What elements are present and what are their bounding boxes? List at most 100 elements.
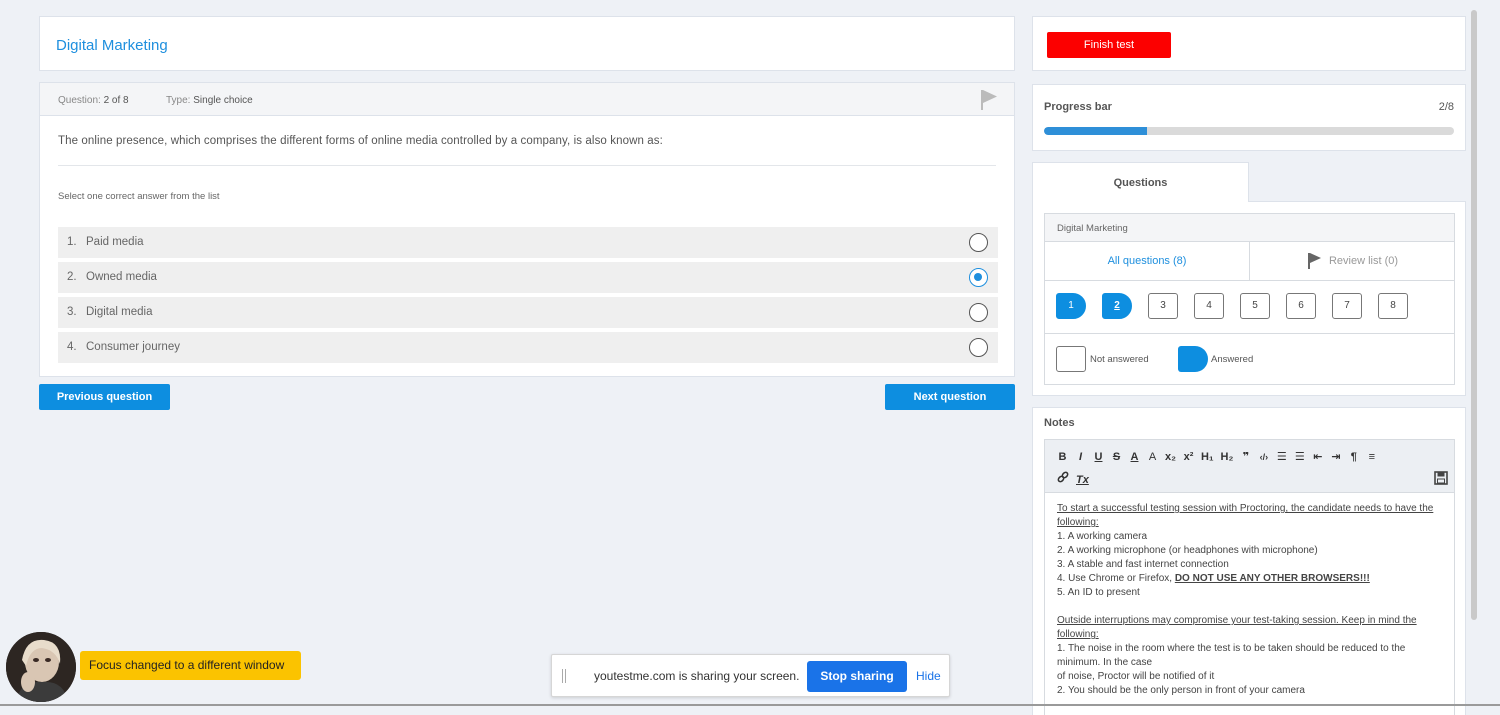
stop-sharing-button[interactable]: Stop sharing xyxy=(807,661,907,692)
note-line: 2. A working microphone (or headphones w… xyxy=(1057,545,1318,556)
question-card: Question: 2 of 8 Type: Single choice The… xyxy=(39,82,1015,377)
radio-button[interactable] xyxy=(969,303,988,322)
notes-editor[interactable]: B I U S A Ax₂ x² H₁ H₂ ❞ ‹/› ☰ ☰ ⇤ ⇥ ¶ ≡ Tx To start a s… xyxy=(1044,439,1455,715)
person-icon xyxy=(6,632,76,702)
previous-question-button[interactable]: Previous question xyxy=(39,384,170,410)
legend-not-answered: Not answered xyxy=(1090,354,1149,365)
underline-icon[interactable]: U xyxy=(1093,451,1104,463)
question-number: Question: 2 of 8 xyxy=(58,95,129,106)
notes-label: Notes xyxy=(1044,417,1075,429)
question-nav-5[interactable]: 5 xyxy=(1240,293,1270,319)
question-meta: Question: 2 of 8 Type: Single choice xyxy=(40,83,1014,116)
italic-icon[interactable]: I xyxy=(1075,451,1086,463)
text-direction-icon[interactable]: ¶ xyxy=(1348,451,1359,463)
align-icon[interactable]: ≡ xyxy=(1366,451,1377,463)
legend-not-answered-swatch xyxy=(1056,346,1086,372)
progress-label: Progress bar xyxy=(1044,101,1112,113)
page-scrollbar[interactable] xyxy=(1471,10,1477,620)
answer-label: Consumer journey xyxy=(86,341,180,353)
bullet-list-icon[interactable]: ☰ xyxy=(1294,450,1305,463)
toolbar-row: B I U S A Ax₂ x² H₁ H₂ ❞ ‹/› ☰ ☰ ⇤ ⇥ ¶ ≡ xyxy=(1057,450,1384,463)
clear-format-icon[interactable]: Tx xyxy=(1076,474,1089,486)
note-line: 1. A working camera xyxy=(1057,531,1148,542)
questions-panel: Digital Marketing All questions (8) Revi… xyxy=(1032,201,1466,396)
tab-review-list[interactable]: Review list (0) xyxy=(1251,242,1455,280)
share-message: youtestme.com is sharing your screen. xyxy=(594,669,800,683)
radio-button-selected[interactable] xyxy=(969,268,988,287)
notes-heading-2: Outside interruptions may compromise you… xyxy=(1057,615,1417,640)
answer-option-4[interactable]: 4. Consumer journey xyxy=(58,332,998,363)
answer-option-3[interactable]: 3. Digital media xyxy=(58,297,998,328)
superscript-icon[interactable]: x² xyxy=(1183,451,1194,463)
questions-navigator: Digital Marketing All questions (8) Revi… xyxy=(1044,213,1455,385)
test-title-card: Digital Marketing xyxy=(39,16,1015,71)
strikethrough-icon[interactable]: S xyxy=(1111,451,1122,463)
progress-card: Progress bar 2/8 xyxy=(1032,84,1466,151)
question-nav-8[interactable]: 8 xyxy=(1378,293,1408,319)
window-bottom-border xyxy=(0,704,1500,706)
hide-button[interactable]: Hide xyxy=(916,669,941,683)
heading1-icon[interactable]: H₁ xyxy=(1201,451,1214,463)
focus-warning-message: Focus changed to a different window xyxy=(80,651,301,680)
question-nav-7[interactable]: 7 xyxy=(1332,293,1362,319)
notes-heading-1: To start a successful testing session wi… xyxy=(1057,503,1434,528)
note-line: of noise, Proctor will be notified of it xyxy=(1057,671,1215,682)
question-text: The online presence, which comprises the… xyxy=(58,135,663,147)
heading2-icon[interactable]: H₂ xyxy=(1221,451,1234,463)
bold-icon[interactable]: B xyxy=(1057,451,1068,463)
next-question-button[interactable]: Next question xyxy=(885,384,1015,410)
finish-card: Finish test xyxy=(1032,16,1466,71)
progress-count: 2/8 xyxy=(1438,101,1454,113)
proctor-camera-avatar xyxy=(6,632,76,702)
blockquote-icon[interactable]: ❞ xyxy=(1240,450,1251,463)
note-line: 3. A stable and fast internet connection xyxy=(1057,559,1229,570)
code-icon[interactable]: ‹/› xyxy=(1258,452,1269,462)
indent-icon[interactable]: ⇥ xyxy=(1330,450,1341,463)
question-number-list: 1 2 3 4 5 6 7 8 xyxy=(1045,281,1454,334)
outdent-icon[interactable]: ⇤ xyxy=(1312,450,1323,463)
legend-answered-swatch xyxy=(1178,346,1208,372)
question-nav-2[interactable]: 2 xyxy=(1102,293,1132,319)
browsers-warning: DO NOT USE ANY OTHER BROWSERS!!! xyxy=(1174,573,1370,584)
status-legend: Not answered Answered xyxy=(1045,334,1454,384)
ordered-list-icon[interactable]: ☰ xyxy=(1276,450,1287,463)
notes-card: Notes B I U S A Ax₂ x² H₁ H₂ ❞ ‹/› ☰ ☰ ⇤ ⇥ ¶ ≡ Tx To sta… xyxy=(1032,407,1466,715)
progress-fill xyxy=(1044,127,1147,135)
tab-all-questions[interactable]: All questions (8) xyxy=(1045,242,1250,280)
note-line: 5. An ID to present xyxy=(1057,587,1140,598)
radio-button[interactable] xyxy=(969,233,988,252)
answer-label: Owned media xyxy=(86,271,157,283)
answer-hint: Select one correct answer from the list xyxy=(58,191,220,202)
tab-questions[interactable]: Questions xyxy=(1032,162,1249,202)
radio-button[interactable] xyxy=(969,338,988,357)
question-nav-6[interactable]: 6 xyxy=(1286,293,1316,319)
question-nav-4[interactable]: 4 xyxy=(1194,293,1224,319)
section-name: Digital Marketing xyxy=(1045,214,1454,242)
question-nav-3[interactable]: 3 xyxy=(1148,293,1178,319)
question-type: Type: Single choice xyxy=(166,95,253,106)
finish-test-button[interactable]: Finish test xyxy=(1047,32,1171,58)
note-line: 1. The noise in the room where the test … xyxy=(1057,643,1406,668)
divider xyxy=(58,165,996,166)
progress-track xyxy=(1044,127,1454,135)
notes-content[interactable]: To start a successful testing session wi… xyxy=(1045,493,1454,698)
highlight-icon[interactable]: A xyxy=(1147,451,1158,463)
text-color-icon[interactable]: A xyxy=(1129,451,1140,463)
note-line: 4. Use Chrome or Firefox, xyxy=(1057,573,1175,584)
toolbar-row: Tx xyxy=(1057,471,1096,486)
note-line: 2. You should be the only person in fron… xyxy=(1057,685,1305,696)
answer-option-1[interactable]: 1. Paid media xyxy=(58,227,998,258)
screen-share-bar: youtestme.com is sharing your screen. St… xyxy=(551,654,950,697)
answer-label: Digital media xyxy=(86,306,153,318)
answer-label: Paid media xyxy=(86,236,144,248)
link-icon[interactable] xyxy=(1057,471,1069,486)
flag-icon[interactable] xyxy=(980,89,998,111)
save-icon[interactable] xyxy=(1434,471,1448,485)
answer-option-2[interactable]: 2. Owned media xyxy=(58,262,998,293)
drag-handle-icon[interactable] xyxy=(562,669,566,683)
question-filter-tabs: All questions (8) Review list (0) xyxy=(1045,242,1454,281)
editor-toolbar: B I U S A Ax₂ x² H₁ H₂ ❞ ‹/› ☰ ☰ ⇤ ⇥ ¶ ≡ Tx xyxy=(1045,440,1454,493)
subscript-icon[interactable]: x₂ xyxy=(1165,451,1176,463)
legend-answered: Answered xyxy=(1211,354,1254,365)
question-nav-1[interactable]: 1 xyxy=(1056,293,1086,319)
